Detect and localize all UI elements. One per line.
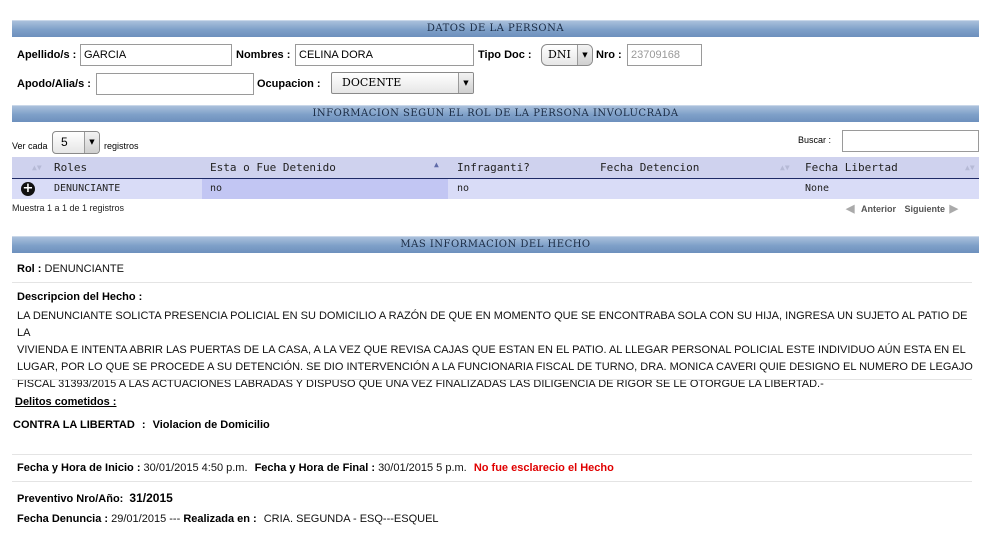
buscar-label: Buscar : (798, 135, 832, 145)
realizada-label: Realizada en : (183, 513, 257, 525)
chevron-down-icon: ▼ (458, 73, 473, 93)
chevron-down-icon: ▼ (84, 132, 99, 153)
denuncia-label: Fecha Denuncia : (17, 513, 109, 525)
sort-icon: ▲▼ (780, 163, 790, 172)
apellido-input[interactable]: GARCIA (80, 44, 232, 66)
inicio-label: Fecha y Hora de Inicio : (17, 462, 141, 474)
cell-rol: DENUNCIANTE (54, 183, 121, 194)
rol-value: DENUNCIANTE (44, 263, 124, 275)
sort-icon: ▲▼ (965, 163, 975, 172)
table-info: Muestra 1 a 1 de 1 registros (12, 203, 125, 213)
preventivo-label: Preventivo Nro/Año: (17, 493, 124, 505)
ocupacion-label: Ocupacion : (257, 78, 321, 90)
pagination: ◀ Anterior Siguiente ▶ (846, 202, 958, 215)
apodo-input[interactable] (96, 73, 254, 95)
section-header-hecho: MAS INFORMACION DEL HECHO (12, 236, 979, 253)
preventivo-line: Preventivo Nro/Año: 31/2015 (17, 491, 173, 505)
ver-cada-label: Ver cada (12, 141, 48, 151)
cell-fecha-detencion (590, 179, 797, 199)
tipodoc-label: Tipo Doc : (478, 49, 532, 61)
fechas-line: Fecha y Hora de Inicio : 30/01/2015 4:50… (17, 462, 614, 474)
nro-label: Nro : (596, 49, 622, 61)
preventivo-value: 31/2015 (129, 491, 173, 505)
tipodoc-value: DNI (548, 48, 571, 61)
inicio-value: 30/01/2015 4:50 p.m. (143, 462, 248, 474)
column-header-roles[interactable]: ▲▼ Roles (12, 157, 202, 178)
search-input[interactable] (842, 130, 979, 152)
esclarecido-status: No fue esclarecio el Hecho (473, 462, 614, 474)
delitos-label: Delitos cometidos : (15, 396, 117, 408)
final-label: Fecha y Hora de Final : (254, 462, 375, 474)
page-size-value: 5 (61, 135, 68, 149)
column-header-fecha-detencion[interactable]: Fecha Detencion ▲▼ (590, 157, 797, 178)
next-button[interactable]: Siguiente (905, 204, 946, 214)
tipodoc-select[interactable]: DNI ▼ (541, 44, 593, 66)
apodo-label: Apodo/Alia/s : (17, 78, 91, 90)
divider (12, 481, 972, 482)
expand-plus-icon[interactable]: + (21, 182, 35, 196)
descripcion-label: Descripcion del Hecho : (17, 291, 143, 303)
descripcion-text: LA DENUNCIANTE SOLICTA PRESENCIA POLICIA… (17, 310, 973, 390)
divider (12, 282, 972, 283)
column-header-infraganti[interactable]: Infraganti? (448, 157, 590, 178)
nro-input[interactable]: 23709168 (627, 44, 702, 66)
cell-infraganti: no (448, 179, 590, 199)
realizada-value: CRIA. SEGUNDA - ESQ---ESQUEL (263, 513, 439, 525)
rol-line: Rol : DENUNCIANTE (17, 263, 124, 275)
final-value: 30/01/2015 5 p.m. (378, 462, 467, 474)
section-header-rol: INFORMACION SEGUN EL ROL DE LA PERSONA I… (12, 105, 979, 122)
prev-button[interactable]: Anterior (861, 204, 896, 214)
table-row[interactable]: + DENUNCIANTE (12, 179, 202, 199)
ocupacion-value: DOCENTE (342, 76, 402, 89)
cell-fecha-libertad: None (797, 179, 979, 199)
ocupacion-select[interactable]: DOCENTE ▼ (331, 72, 474, 94)
chevron-down-icon: ▼ (577, 45, 592, 65)
sort-icon: ▲▼ (32, 163, 42, 172)
divider (12, 379, 972, 380)
denuncia-value: 29/01/2015 --- (111, 513, 181, 525)
column-header-detenido[interactable]: Esta o Fue Detenido ▲ (202, 157, 448, 178)
section-header-persona: DATOS DE LA PERSONA (12, 20, 979, 37)
prev-arrow-icon[interactable]: ◀ (846, 203, 854, 215)
registros-label: registros (104, 141, 139, 151)
nombres-label: Nombres : (236, 49, 291, 61)
denuncia-line: Fecha Denuncia : 29/01/2015 --- Realizad… (17, 513, 439, 525)
divider (12, 454, 972, 455)
sort-asc-icon: ▲ (434, 160, 439, 169)
next-arrow-icon[interactable]: ▶ (950, 203, 958, 215)
nombres-input[interactable]: CELINA DORA (295, 44, 474, 66)
apellido-label: Apellido/s : (17, 49, 77, 61)
cell-detenido: no (202, 179, 448, 199)
page-size-select[interactable]: 5 ▼ (52, 131, 100, 154)
column-header-fecha-libertad[interactable]: Fecha Libertad ▲▼ (797, 157, 979, 178)
delito-item: CONTRA LA LIBERTAD : Violacion de Domici… (13, 419, 270, 431)
rol-label: Rol : (17, 263, 42, 275)
